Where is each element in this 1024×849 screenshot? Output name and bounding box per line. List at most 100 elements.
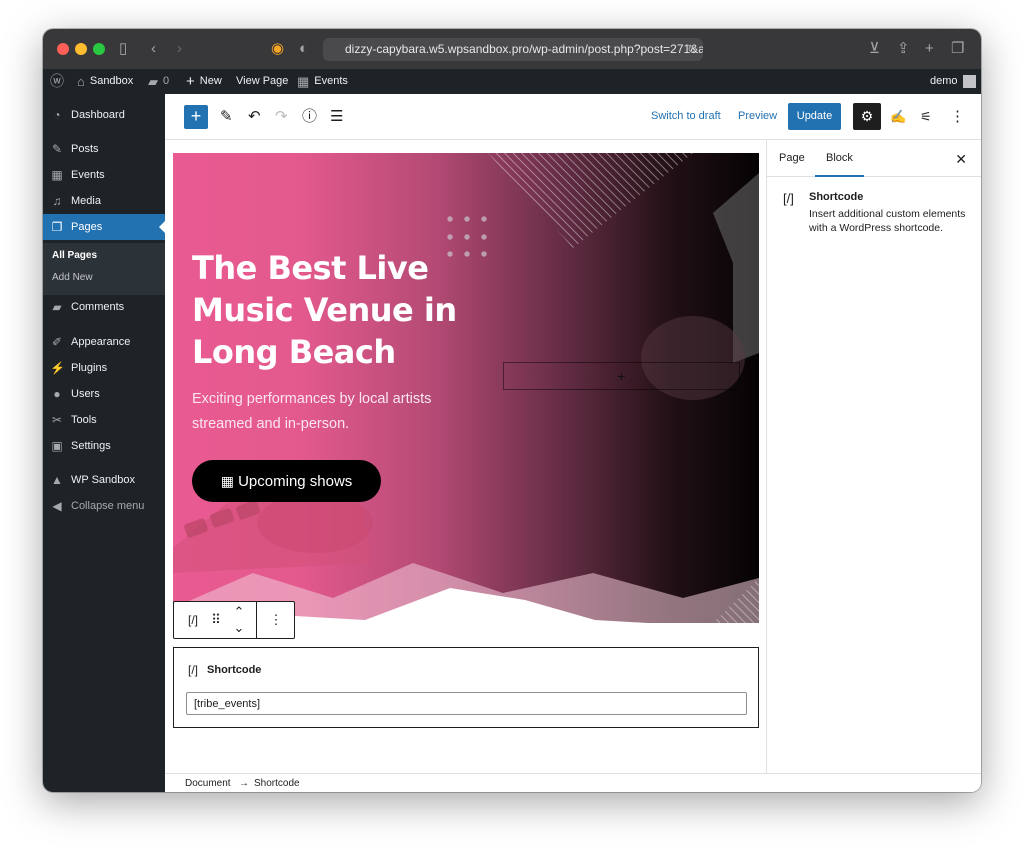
submenu-all-pages[interactable]: All Pages	[52, 250, 97, 261]
sidebar-item-dashboard[interactable]: ◔ Dashboard	[43, 102, 165, 128]
wrench-icon: ✂	[51, 413, 63, 427]
editor-canvas: The Best Live Music Venue in Long Beach …	[165, 140, 766, 773]
home-icon: ⌂	[77, 74, 85, 89]
tab-block[interactable]: Block	[815, 140, 864, 177]
editor-header: + ✎ ↶ ↷ ⓘ ☰ Switch to draft Preview Upda…	[165, 94, 981, 140]
block-appender-plus-icon[interactable]: +	[503, 362, 740, 390]
plugin-sidebar-icon[interactable]: ⚟	[920, 107, 932, 127]
admin-bar-user[interactable]: demo	[930, 69, 976, 94]
inspector-tabs: Page Block ✕	[767, 140, 981, 177]
pages-submenu: All Pages Add New	[43, 243, 165, 295]
hero-subtitle[interactable]: Exciting performances by local artists s…	[192, 387, 492, 437]
calendar-icon: ▦	[297, 74, 310, 89]
dashboard-icon: ◔	[53, 108, 61, 122]
wordpress-logo-icon[interactable]: ⓦ	[50, 69, 64, 94]
switch-to-draft-button[interactable]: Switch to draft	[651, 110, 721, 122]
sidebar-item-posts[interactable]: ✎ Posts	[43, 136, 165, 162]
sidebar-item-comments[interactable]: ▰ Comments	[43, 294, 165, 320]
close-window-button[interactable]	[57, 43, 69, 55]
block-type-switcher[interactable]: [/]	[182, 602, 204, 638]
admin-sidebar: ◔ Dashboard ✎ Posts ▦ Events ♫ Media ❐ Pages …	[43, 94, 165, 792]
brush-icon: ✐	[51, 335, 63, 349]
downloads-icon[interactable]: ⊻	[869, 39, 880, 59]
sidebar-item-media[interactable]: ♫ Media	[43, 188, 165, 214]
breadcrumb-document[interactable]: Document	[185, 774, 231, 792]
plus-icon: +	[186, 73, 195, 90]
settings-gear-icon[interactable]: ⚙	[853, 103, 881, 130]
minimize-window-button[interactable]	[75, 43, 87, 55]
breadcrumb-arrow-icon: →	[239, 778, 249, 789]
new-tab-icon[interactable]: +	[925, 39, 934, 59]
forward-icon[interactable]: ›	[177, 39, 182, 59]
breadcrumb-shortcode[interactable]: Shortcode	[254, 774, 300, 792]
update-button[interactable]: Update	[788, 103, 841, 130]
add-block-button[interactable]: +	[184, 105, 208, 129]
password-manager-icon[interactable]: ◉	[271, 39, 284, 59]
sidebar-item-tools[interactable]: ✂ Tools	[43, 407, 165, 433]
block-toolbar: [/] ⠿ ⌃ ⌄ ⋮	[173, 601, 295, 639]
avatar	[962, 75, 976, 88]
sidebar-item-settings[interactable]: ▣ Settings	[43, 433, 165, 459]
admin-bar-view-page[interactable]: View Page	[236, 69, 288, 94]
url-bar[interactable]: dizzy-capybara.w5.wpsandbox.pro/wp-admin…	[323, 38, 703, 61]
comment-icon: ▰	[148, 74, 158, 89]
preview-button[interactable]: Preview	[738, 110, 777, 122]
admin-bar-new[interactable]: + New	[186, 69, 222, 94]
admin-bar-comments[interactable]: ▰ 0	[148, 69, 169, 94]
undo-icon[interactable]: ↶	[248, 107, 261, 127]
list-view-icon[interactable]: ☰	[330, 107, 343, 127]
admin-bar-site-name[interactable]: ⌂ Sandbox	[77, 69, 133, 94]
reload-icon[interactable]: ↻	[687, 39, 697, 59]
hero-heading[interactable]: The Best Live Music Venue in Long Beach	[192, 247, 512, 373]
sidebar-item-users[interactable]: ● Users	[43, 381, 165, 407]
tab-page[interactable]: Page	[779, 140, 805, 177]
calendar-icon: ▦	[51, 168, 63, 182]
comment-icon: ▰	[52, 300, 62, 314]
sidebar-item-events[interactable]: ▦ Events	[43, 162, 165, 188]
shortcode-icon: [/]	[188, 663, 199, 677]
user-icon: ●	[53, 387, 61, 401]
pin-icon: ✎	[51, 142, 63, 156]
sandbox-icon: ▲	[51, 473, 63, 487]
shortcode-icon: [/]	[783, 191, 794, 206]
sidebar-item-plugins[interactable]: ⚡ Plugins	[43, 355, 165, 381]
move-up-down-icon[interactable]: ⌃ ⌄	[228, 602, 250, 638]
sidebar-collapse-menu[interactable]: ◀ Collapse menu	[43, 493, 165, 519]
more-options-icon[interactable]: ⋮	[950, 107, 965, 127]
block-card-title: Shortcode	[809, 191, 864, 203]
breadcrumb: Document → Shortcode	[165, 773, 981, 792]
block-inspector: Page Block ✕ [/] Shortcode Insert additi…	[766, 140, 981, 773]
settings-icon: ▣	[51, 439, 63, 453]
upcoming-shows-button[interactable]: ▦ Upcoming shows	[192, 460, 381, 502]
back-icon[interactable]: ‹	[151, 39, 156, 59]
details-info-icon[interactable]: ⓘ	[302, 107, 317, 127]
wp-admin-bar: ⓦ ⌂ Sandbox ▰ 0 + New View Page ▦ Events dem…	[43, 69, 981, 94]
plugin-icon: ⚡	[50, 361, 65, 375]
zoom-window-button[interactable]	[93, 43, 105, 55]
browser-window: ▯ ‹ › ◉ ◐ dizzy-capybara.w5.wpsandbox.pr…	[43, 29, 981, 792]
submenu-add-new[interactable]: Add New	[52, 272, 93, 283]
close-icon[interactable]: ✕	[955, 151, 967, 168]
shortcode-block[interactable]: [/] Shortcode	[173, 647, 759, 728]
style-book-icon[interactable]: ✍	[890, 107, 906, 127]
admin-bar-events[interactable]: ▦ Events	[297, 69, 348, 94]
sidebar-item-appearance[interactable]: ✐ Appearance	[43, 329, 165, 355]
pages-icon: ❐	[51, 220, 63, 234]
cover-block[interactable]: The Best Live Music Venue in Long Beach …	[173, 153, 759, 623]
shortcode-block-label: [/] Shortcode	[188, 663, 262, 677]
share-icon[interactable]: ⇪	[897, 39, 910, 59]
url-text: dizzy-capybara.w5.wpsandbox.pro/wp-admin…	[345, 42, 703, 56]
block-card-description: Insert additional custom elements with a…	[809, 208, 966, 234]
shield-icon[interactable]: ◐	[299, 39, 308, 59]
calendar-icon: ▦	[220, 473, 234, 489]
tabs-overview-icon[interactable]: ❐	[951, 39, 964, 59]
media-icon: ♫	[52, 194, 62, 208]
block-options-icon[interactable]: ⋮	[264, 602, 288, 638]
sidebar-item-wp-sandbox[interactable]: ▲ WP Sandbox	[43, 467, 165, 493]
shortcode-input[interactable]	[186, 692, 747, 715]
drag-handle-icon[interactable]: ⠿	[206, 602, 226, 638]
sidebar-item-pages[interactable]: ❐ Pages	[43, 214, 165, 240]
redo-icon[interactable]: ↷	[275, 107, 288, 127]
edit-tools-icon[interactable]: ✎	[220, 107, 233, 127]
sidebar-toggle-icon[interactable]: ▯	[119, 39, 127, 59]
